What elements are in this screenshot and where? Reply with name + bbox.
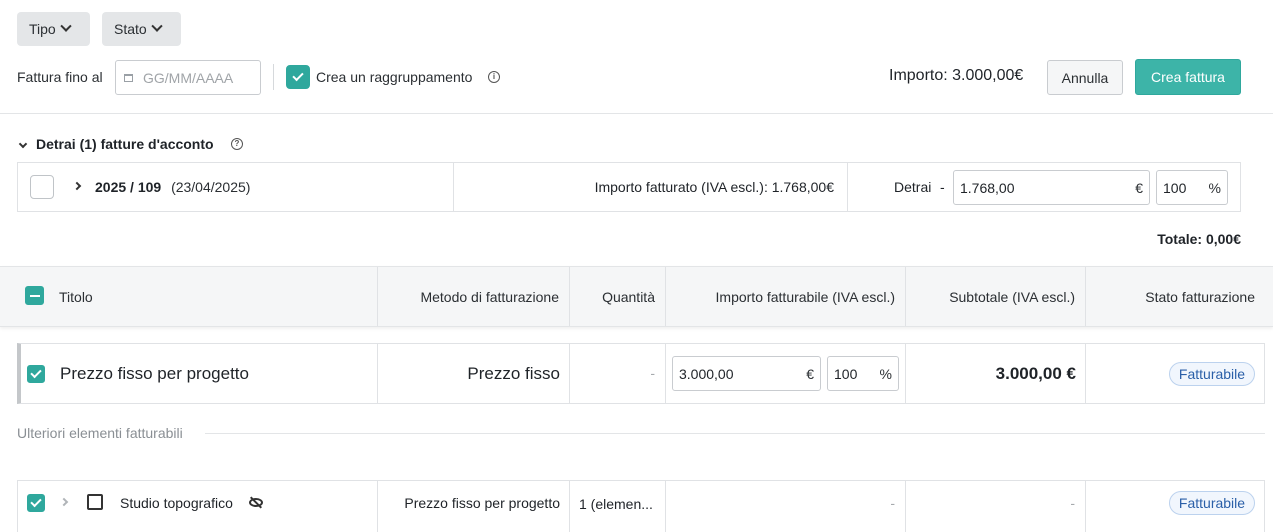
amount-value: 3.000,00€ [952, 67, 1024, 84]
cell-divider [1085, 344, 1086, 403]
percent-unit: % [879, 365, 892, 382]
advance-invoice-checkbox[interactable] [30, 175, 54, 199]
invoice-until-date-input[interactable]: GG/MM/AAAA [115, 60, 261, 95]
cell-divider [665, 344, 666, 403]
row-title: Prezzo fisso per progetto [60, 364, 249, 383]
cell-divider [847, 163, 848, 211]
section-divider [0, 113, 1273, 114]
billable-amount-value: 3.000,00 [679, 365, 734, 382]
chevron-down-icon [18, 139, 28, 149]
deduct-percent-value: 100 [1163, 179, 1187, 196]
deduct-label: Detrai [894, 179, 932, 195]
row-quantity: 1 (elemen... [579, 496, 653, 512]
deduct-section-title: Detrai (1) fatture d'acconto [36, 136, 214, 152]
deduct-percent-input[interactable]: 100 % [1156, 170, 1228, 205]
row-billable-amount: - [890, 495, 895, 511]
eye-slash-icon [249, 498, 263, 507]
calendar-icon [124, 73, 133, 82]
deduct-amount-value: 1.768,00 [960, 179, 1015, 196]
row-title: Studio topografico [120, 495, 233, 511]
grouping-label: Crea un raggruppamento [316, 69, 473, 85]
info-icon[interactable]: i [488, 71, 500, 83]
billable-percent-value: 100 [834, 365, 858, 382]
invoice-until-label: Fattura fino al [17, 69, 103, 85]
grouping-checkbox[interactable] [286, 65, 310, 89]
deduct-total: Totale: 0,00€ [1157, 231, 1241, 247]
minus-icon [29, 294, 40, 297]
billable-amount-input[interactable]: 3.000,00 € [672, 356, 821, 391]
advance-invoice-number: 2025 / 109 [95, 179, 162, 195]
task-icon [87, 494, 103, 510]
advance-invoice-ref[interactable]: 2025 / 109 (23/04/2025) [95, 179, 250, 195]
column-header-billing-status[interactable]: Stato fatturazione [1086, 267, 1255, 326]
currency-unit: € [806, 365, 814, 382]
status-filter-button[interactable]: Stato [102, 12, 181, 46]
cell-divider [1085, 481, 1086, 532]
more-items-label: Ulteriori elementi fatturabili [17, 425, 183, 441]
cancel-button[interactable]: Annulla [1047, 60, 1123, 95]
chevron-down-icon [60, 20, 72, 32]
type-filter-button[interactable]: Tipo [17, 12, 90, 46]
invoiced-amount: Importo fatturato (IVA escl.): 1.768,00€ [594, 179, 834, 195]
deduct-section-toggle[interactable]: Detrai (1) fatture d'acconto [18, 136, 214, 152]
row-method: Prezzo fisso [467, 364, 560, 383]
status-filter-label: Stato [114, 21, 147, 37]
type-filter-label: Tipo [29, 21, 56, 37]
section-divider [205, 433, 1265, 434]
column-header-subtotal[interactable]: Subtotale (IVA escl.) [906, 267, 1075, 326]
deduct-amount-input[interactable]: 1.768,00 € [953, 170, 1150, 205]
check-icon [30, 366, 42, 379]
row-subtotal: - [1070, 495, 1075, 511]
column-header-method[interactable]: Metodo di fatturazione [378, 267, 559, 326]
info-icon[interactable]: ? [231, 138, 243, 150]
row-subtotal: 3.000,00 € [995, 364, 1076, 383]
column-header-quantity[interactable]: Quantità [570, 267, 655, 326]
amount-summary: Importo: 3.000,00€ [889, 67, 1023, 85]
column-header-title[interactable]: Titolo [59, 267, 93, 326]
row-quantity: - [650, 365, 655, 381]
row-checkbox[interactable] [27, 365, 45, 383]
row-method: Prezzo fisso per progetto [404, 495, 560, 511]
row-checkbox[interactable] [27, 494, 45, 512]
check-icon [292, 69, 304, 82]
amount-label: Importo: [889, 67, 948, 84]
table-header: Titolo Metodo di fatturazione Quantità I… [0, 266, 1273, 327]
currency-unit: € [1135, 179, 1143, 196]
chevron-down-icon [151, 20, 163, 32]
cell-divider [569, 481, 570, 532]
status-badge: Fatturabile [1169, 491, 1255, 515]
status-badge: Fatturabile [1169, 362, 1255, 386]
date-placeholder: GG/MM/AAAA [143, 69, 234, 86]
toolbar-divider [273, 64, 274, 90]
column-header-billable-amount[interactable]: Importo fatturabile (IVA escl.) [666, 267, 895, 326]
minus-sign: - [940, 179, 945, 195]
advance-invoice-date: (23/04/2025) [171, 179, 251, 195]
select-all-checkbox[interactable] [25, 286, 44, 305]
percent-unit: % [1208, 179, 1221, 196]
create-invoice-button[interactable]: Crea fattura [1135, 59, 1241, 95]
check-icon [30, 495, 42, 508]
billable-percent-input[interactable]: 100 % [827, 356, 899, 391]
